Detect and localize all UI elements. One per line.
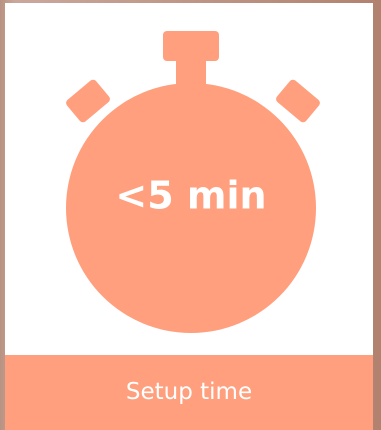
setup-time-card: <5 min Setup time [5, 3, 373, 430]
stopwatch-right-button [276, 79, 320, 123]
stopwatch-icon: <5 min [66, 31, 320, 333]
card-footer: Setup time [5, 355, 373, 430]
image-frame: <5 min Setup time [0, 0, 381, 430]
stopwatch-left-button [66, 79, 110, 123]
setup-time-value: <5 min [115, 174, 266, 218]
setup-time-label: Setup time [125, 378, 253, 405]
